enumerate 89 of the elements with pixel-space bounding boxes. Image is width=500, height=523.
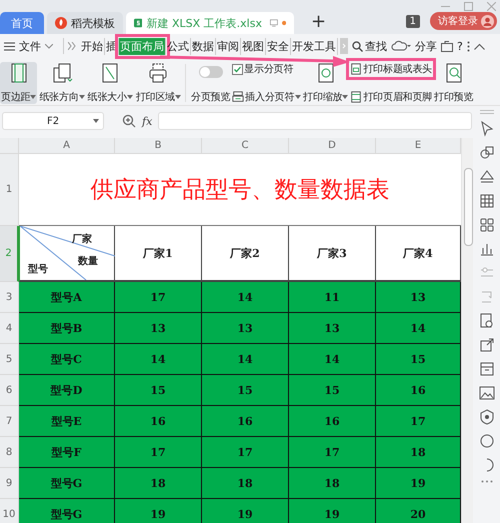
column-header[interactable]: C — [202, 138, 289, 154]
ribbon-tab[interactable]: 安全 — [266, 38, 291, 54]
table-cell: 15 — [202, 375, 289, 406]
page-break-preview-button[interactable]: 分页预览 — [190, 62, 232, 104]
table-cell: 13 — [115, 313, 202, 344]
ribbon-button[interactable]: 打印页眉和页脚 — [350, 90, 432, 104]
table-cell: 型号D — [19, 375, 115, 406]
header-label: 数量 — [78, 254, 98, 268]
help-button[interactable]: ? — [457, 40, 463, 52]
ribbon-button[interactable]: 打印标题或表头 — [350, 62, 432, 76]
column-header[interactable]: D — [289, 138, 376, 154]
login-button[interactable]: 访客登录 — [430, 12, 497, 30]
table-cell: 15 — [115, 375, 202, 406]
ribbon-button[interactable]: 打印预览 — [433, 62, 474, 104]
header-label: 厂家 — [72, 232, 92, 246]
table-cell: 20 — [376, 499, 461, 523]
table-cell: 16 — [376, 375, 461, 406]
table-cell: 14 — [202, 344, 289, 375]
table-cell: 15 — [376, 344, 461, 375]
table-cell: 14 — [289, 344, 376, 375]
ribbon-button[interactable]: 页边距 — [0, 62, 38, 104]
header-cell: 厂家2 — [202, 226, 289, 282]
table-cell: 18 — [289, 468, 376, 499]
file-menu[interactable]: 文件 — [4, 38, 53, 54]
table-cell: 型号E — [19, 406, 115, 437]
column-header[interactable]: E — [376, 138, 461, 154]
table-cell: 19 — [202, 499, 289, 523]
ribbon-tab[interactable]: 开始 — [80, 38, 105, 54]
table-cell: 17 — [115, 437, 202, 468]
table-cell: 19 — [289, 499, 376, 523]
column-header[interactable]: B — [115, 138, 202, 154]
table-cell: 16 — [202, 406, 289, 437]
header-cell: 厂家4 — [376, 226, 461, 282]
ribbon-button[interactable]: 插入分页符 — [232, 90, 302, 104]
ribbon-tab[interactable]: 数据 — [191, 38, 216, 54]
name-box[interactable]: F2 — [2, 112, 104, 130]
table-cell: 16 — [289, 406, 376, 437]
ribbon-tab[interactable]: 审阅 — [216, 38, 241, 54]
table-cell: 型号F — [19, 437, 115, 468]
table-cell: 型号G — [19, 468, 115, 499]
table-cell: 型号B — [19, 313, 115, 344]
table-cell: 14 — [202, 282, 289, 313]
table-cell: 16 — [115, 406, 202, 437]
table-cell: 17 — [376, 406, 461, 437]
table-cell: 13 — [202, 313, 289, 344]
row-header[interactable]: 6 — [0, 375, 19, 406]
window-count-badge[interactable]: 1 — [406, 14, 420, 28]
ribbon-button[interactable]: 纸张大小 — [86, 62, 134, 104]
ribbon-tab[interactable]: 视图 — [241, 38, 266, 54]
header-cell: 厂家1 — [115, 226, 202, 282]
table-cell: 17 — [202, 437, 289, 468]
row-header[interactable]: 8 — [0, 437, 19, 468]
table-cell: 型号A — [19, 282, 115, 313]
ribbon-button[interactable]: 纸张方向 — [38, 62, 86, 104]
table-cell: 11 — [289, 282, 376, 313]
function-button[interactable]: fx — [142, 114, 152, 128]
share-button[interactable]: 分享 — [415, 38, 437, 54]
header-cell: 厂家3 — [289, 226, 376, 282]
table-cell: 18 — [115, 468, 202, 499]
table-cell: 18 — [376, 437, 461, 468]
table-cell: 15 — [289, 375, 376, 406]
ribbon-button[interactable]: 打印缩放 — [302, 62, 350, 104]
row-header[interactable]: 9 — [0, 468, 19, 499]
table-cell: 13 — [289, 313, 376, 344]
table-cell: 型号C — [19, 344, 115, 375]
row-header[interactable]: 5 — [0, 344, 19, 375]
row-header[interactable]: 3 — [0, 282, 19, 313]
ribbon-button[interactable]: 打印区域 — [134, 62, 182, 104]
table-cell: 13 — [376, 282, 461, 313]
find-button[interactable]: 查找 — [352, 38, 387, 54]
table-cell: 19 — [376, 468, 461, 499]
row-header[interactable]: 1 — [0, 154, 19, 226]
tab[interactable]: 稻壳模板 — [47, 12, 123, 34]
tab[interactable]: 首页 — [0, 12, 44, 34]
column-header[interactable]: A — [19, 138, 115, 154]
row-header[interactable]: 4 — [0, 313, 19, 344]
row-header[interactable]: 7 — [0, 406, 19, 437]
table-cell: 14 — [376, 313, 461, 344]
table-cell: 19 — [115, 499, 202, 523]
ribbon-tab[interactable]: 开发工具 — [291, 38, 338, 54]
table-cell: 14 — [115, 344, 202, 375]
header-label: 型号 — [28, 262, 48, 276]
table-cell: 17 — [115, 282, 202, 313]
table-cell: 17 — [289, 437, 376, 468]
table-cell: 型号G — [19, 499, 115, 523]
new-tab-button[interactable]: + — [311, 13, 326, 31]
row-header[interactable]: 10 — [0, 499, 19, 523]
table-cell: 18 — [202, 468, 289, 499]
show-page-breaks-checkbox[interactable]: 显示分页符 — [232, 62, 302, 76]
